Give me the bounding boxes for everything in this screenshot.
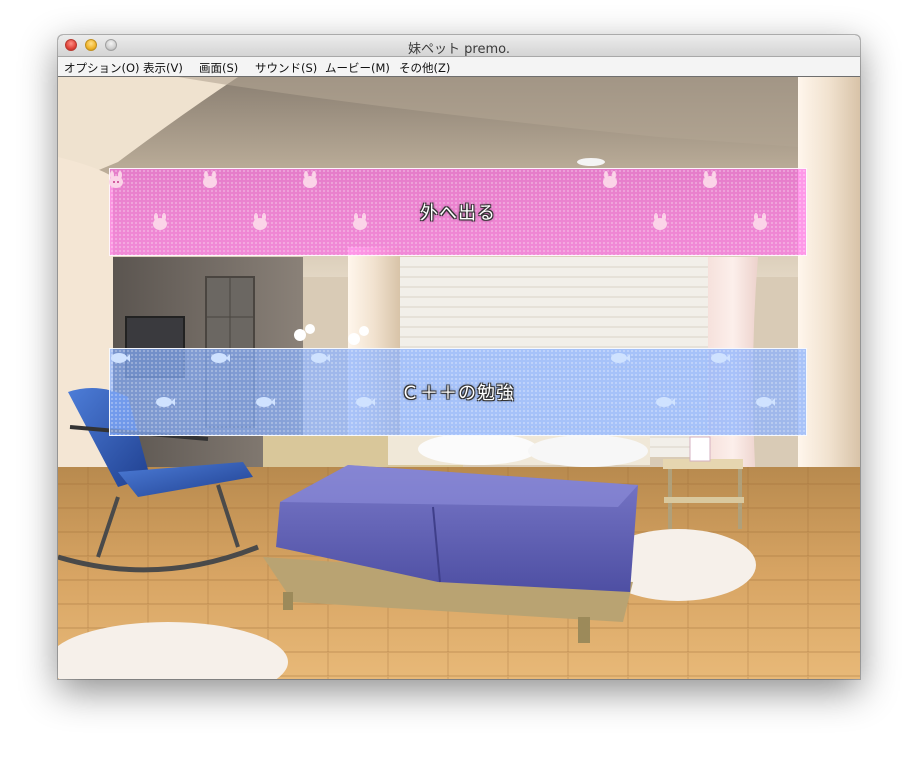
fish-icon [355,393,375,411]
menu-other[interactable]: その他(Z) [399,60,450,76]
bunny-icon [600,171,620,189]
fish-icon [155,393,175,411]
bunny-icon [300,171,320,189]
fish-icon [210,349,230,367]
window-title: 妹ペット premo. [408,42,510,57]
menu-option[interactable]: オプション(O) [64,60,140,76]
bunny-icon [150,213,170,231]
title-bar[interactable]: 妹ペット premo. [58,35,860,57]
menu-movie[interactable]: ムービー(M) [325,60,390,76]
menu-screen[interactable]: 画面(S) [199,60,238,76]
fish-icon [110,349,130,367]
fish-icon [755,393,775,411]
fish-icon [655,393,675,411]
fish-icon [255,393,275,411]
game-window: 妹ペット premo. オプション(O) 表示(V) 画面(S) サウンド(S)… [58,35,860,679]
bunny-icon [250,213,270,231]
menu-view[interactable]: 表示(V) [143,60,183,76]
choice-go-outside-label: 外へ出る [420,203,496,224]
bunny-icon [350,213,370,231]
bunny-icon [700,171,720,189]
bunny-icon [106,171,126,189]
bunny-icon [750,213,770,231]
fish-icon [310,349,330,367]
choice-study-cpp-label: Ｃ＋＋の勉強 [401,383,515,404]
choice-go-outside-button[interactable]: 外へ出る [109,168,807,256]
fish-icon [710,349,730,367]
game-scene: 外へ出る Ｃ＋＋の勉強 [58,77,860,679]
choice-study-cpp-button[interactable]: Ｃ＋＋の勉強 [109,348,807,436]
menu-bar: オプション(O) 表示(V) 画面(S) サウンド(S) ムービー(M) その他… [58,57,860,77]
menu-sound[interactable]: サウンド(S) [255,60,317,76]
bunny-icon [200,171,220,189]
fish-icon [610,349,630,367]
bunny-icon [650,213,670,231]
